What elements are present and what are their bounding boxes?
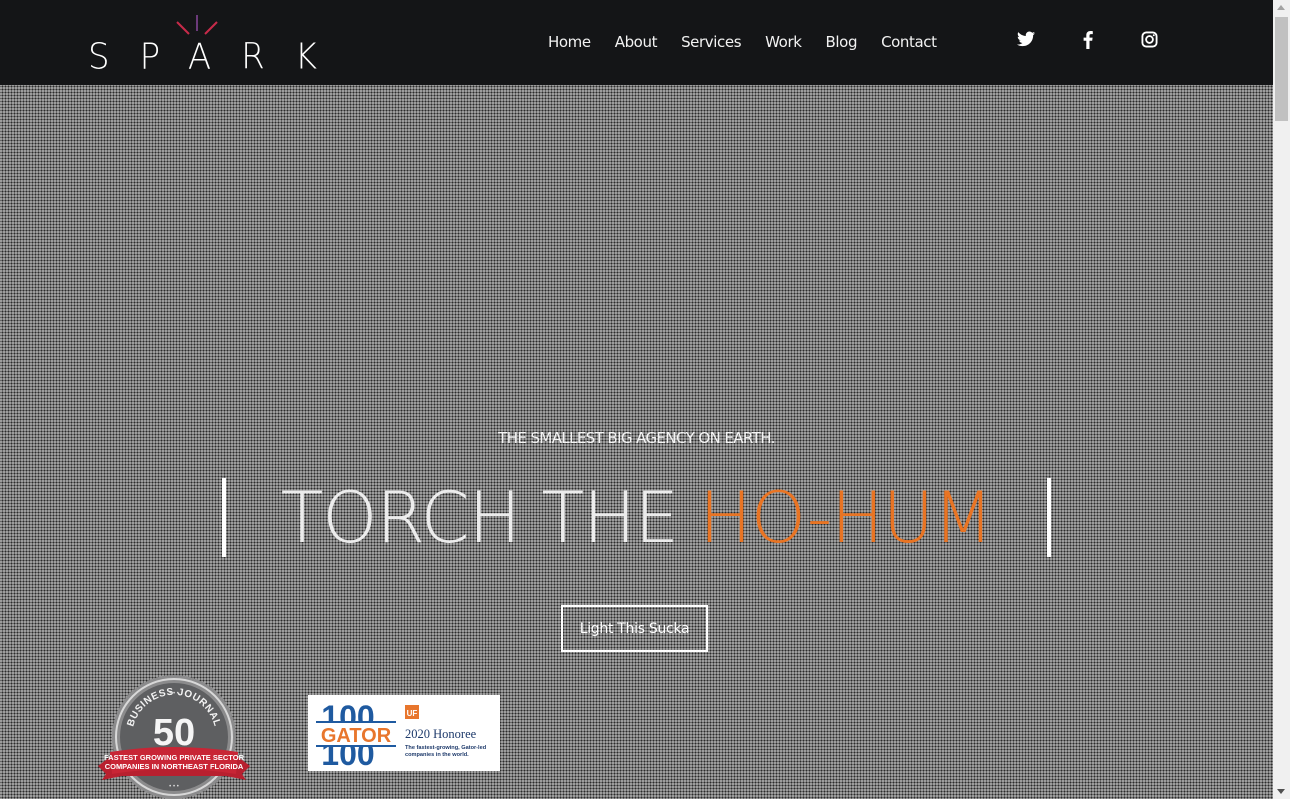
nav-home[interactable]: Home	[536, 32, 603, 52]
badge-ribbon-line1: FASTEST GROWING PRIVATE SECTOR	[104, 753, 245, 762]
twitter-icon	[1017, 31, 1035, 47]
instagram-icon	[1141, 31, 1158, 48]
vertical-scrollbar[interactable]	[1273, 0, 1290, 799]
facebook-icon	[1083, 31, 1093, 49]
nav-about[interactable]: About	[603, 32, 669, 52]
hero-title-orange: HO-HUM	[699, 477, 993, 559]
page: SPARK Home About Services Work Blog Cont…	[0, 0, 1273, 799]
svg-text:• • •: • • •	[169, 691, 179, 697]
spark-rays-icon	[176, 15, 218, 35]
gator-honoree: 2020 Honoree	[405, 727, 477, 741]
business-journal-50-badge: BUSINESS JOURNAL 50 FASTEST GROWING PRIV…	[98, 675, 250, 799]
gator-word: GATOR	[321, 725, 392, 747]
twitter-link[interactable]	[1017, 31, 1035, 47]
site-header: SPARK Home About Services Work Blog Cont…	[0, 0, 1273, 85]
gator-100-badge: 100 100 GATOR UF 2020 Honoree The fastes…	[308, 695, 500, 772]
light-this-sucka-button[interactable]: Light This Sucka	[561, 605, 708, 652]
scroll-down-arrow-icon[interactable]	[1277, 789, 1285, 794]
hero-subtitle: THE SMALLEST BIG AGENCY ON EARTH.	[498, 429, 775, 447]
badge-ribbon-line2: COMPANIES IN NORTHEAST FLORIDA	[105, 762, 244, 771]
spark-logo[interactable]: SPARK	[88, 12, 317, 75]
logo-text: SPARK	[88, 36, 348, 78]
hero-title: TORCH THE HO-HUM	[0, 476, 1273, 560]
nav-services[interactable]: Services	[669, 32, 753, 52]
nav-contact[interactable]: Contact	[869, 32, 949, 52]
scroll-up-arrow-icon[interactable]	[1277, 5, 1285, 10]
hero-right-bar	[1047, 478, 1051, 557]
nav-blog[interactable]: Blog	[814, 32, 870, 52]
scroll-thumb[interactable]	[1275, 17, 1288, 121]
facebook-link[interactable]	[1083, 31, 1093, 49]
main-nav: Home About Services Work Blog Contact	[536, 32, 949, 52]
gator-tagline-2: companies in the world.	[405, 752, 469, 758]
uf-logo: UF	[407, 709, 418, 718]
svg-text:• • •: • • •	[169, 784, 179, 790]
hero-title-white: TORCH THE	[280, 477, 700, 559]
instagram-link[interactable]	[1141, 31, 1158, 48]
gator-tagline-1: The fastest-growing, Gator-led	[405, 745, 487, 751]
nav-work[interactable]: Work	[753, 32, 813, 52]
